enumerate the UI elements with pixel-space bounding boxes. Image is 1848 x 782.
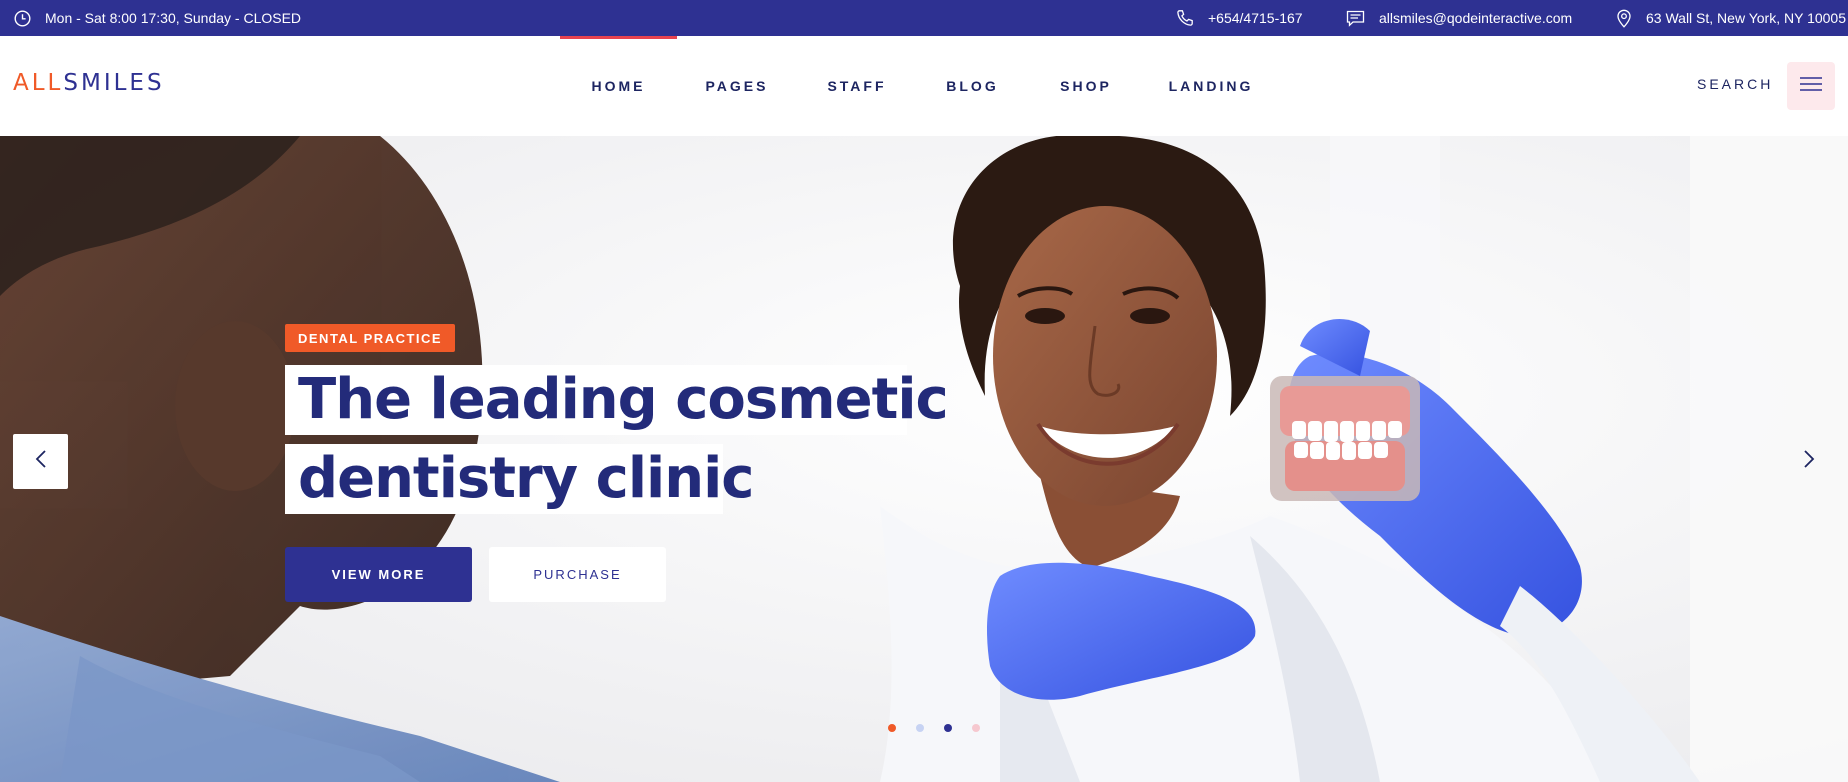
hero-slider: DENTAL PRACTICE The leading cosmetic den… bbox=[0, 136, 1848, 782]
nav-label: LANDING bbox=[1168, 78, 1254, 94]
nav-label: STAFF bbox=[827, 78, 887, 94]
main-navigation: HOME PAGES STAFF BLOG SHOP LANDING bbox=[560, 36, 1278, 136]
email-contact[interactable]: allsmiles@qodeinteractive.com bbox=[1346, 0, 1572, 36]
slider-dot-3[interactable] bbox=[944, 724, 952, 732]
hero-background-image bbox=[0, 136, 1848, 782]
slider-dot-2[interactable] bbox=[916, 724, 924, 732]
clock-icon bbox=[14, 9, 31, 27]
nav-label: PAGES bbox=[705, 78, 769, 94]
slider-dot-1[interactable] bbox=[888, 724, 896, 732]
category-tag: DENTAL PRACTICE bbox=[285, 324, 456, 352]
slider-dot-4[interactable] bbox=[972, 724, 980, 732]
main-header: ALLSMILES HOME PAGES STAFF BLOG SHOP LAN… bbox=[0, 36, 1848, 136]
logo-part-smiles: SMILES bbox=[63, 70, 165, 96]
nav-item-staff[interactable]: STAFF bbox=[797, 36, 917, 136]
site-logo[interactable]: ALLSMILES bbox=[13, 70, 165, 96]
hamburger-icon bbox=[1800, 76, 1822, 96]
email-address[interactable]: allsmiles@qodeinteractive.com bbox=[1379, 10, 1572, 26]
address-contact[interactable]: 63 Wall St, New York, NY 10005 bbox=[1616, 0, 1846, 36]
nav-label: SHOP bbox=[1060, 78, 1112, 94]
chevron-left-icon bbox=[35, 449, 47, 474]
nav-item-blog[interactable]: BLOG bbox=[917, 36, 1028, 136]
slider-pagination bbox=[888, 724, 980, 732]
opening-hours-text: Mon - Sat 8:00 17:30, Sunday - CLOSED bbox=[45, 10, 302, 26]
nav-item-landing[interactable]: LANDING bbox=[1144, 36, 1278, 136]
location-pin-icon bbox=[1616, 9, 1632, 28]
menu-button[interactable] bbox=[1787, 62, 1835, 110]
street-address[interactable]: 63 Wall St, New York, NY 10005 bbox=[1646, 10, 1846, 26]
nav-item-shop[interactable]: SHOP bbox=[1028, 36, 1144, 136]
phone-contact[interactable]: +654/4715-167 bbox=[1176, 0, 1303, 36]
nav-label: HOME bbox=[591, 78, 646, 94]
phone-number[interactable]: +654/4715-167 bbox=[1208, 10, 1303, 26]
view-more-button[interactable]: VIEW MORE bbox=[285, 547, 472, 602]
nav-item-pages[interactable]: PAGES bbox=[677, 36, 797, 136]
chevron-right-icon bbox=[1803, 449, 1815, 474]
nav-item-home[interactable]: HOME bbox=[560, 36, 677, 136]
hero-headline-line-2: dentistry clinic bbox=[285, 444, 754, 514]
active-indicator bbox=[560, 36, 677, 39]
hero-headline-line-1: The leading cosmetic bbox=[285, 365, 949, 435]
logo-part-all: ALL bbox=[13, 70, 64, 96]
message-icon bbox=[1346, 10, 1365, 27]
next-slide-button[interactable] bbox=[1784, 434, 1834, 489]
phone-icon bbox=[1176, 9, 1194, 27]
previous-slide-button[interactable] bbox=[13, 434, 68, 489]
opening-hours: Mon - Sat 8:00 17:30, Sunday - CLOSED bbox=[14, 0, 301, 36]
search-link[interactable]: SEARCH bbox=[1697, 76, 1773, 92]
purchase-button[interactable]: PURCHASE bbox=[489, 547, 666, 602]
nav-label: BLOG bbox=[946, 78, 999, 94]
top-info-bar: Mon - Sat 8:00 17:30, Sunday - CLOSED +6… bbox=[0, 0, 1848, 36]
